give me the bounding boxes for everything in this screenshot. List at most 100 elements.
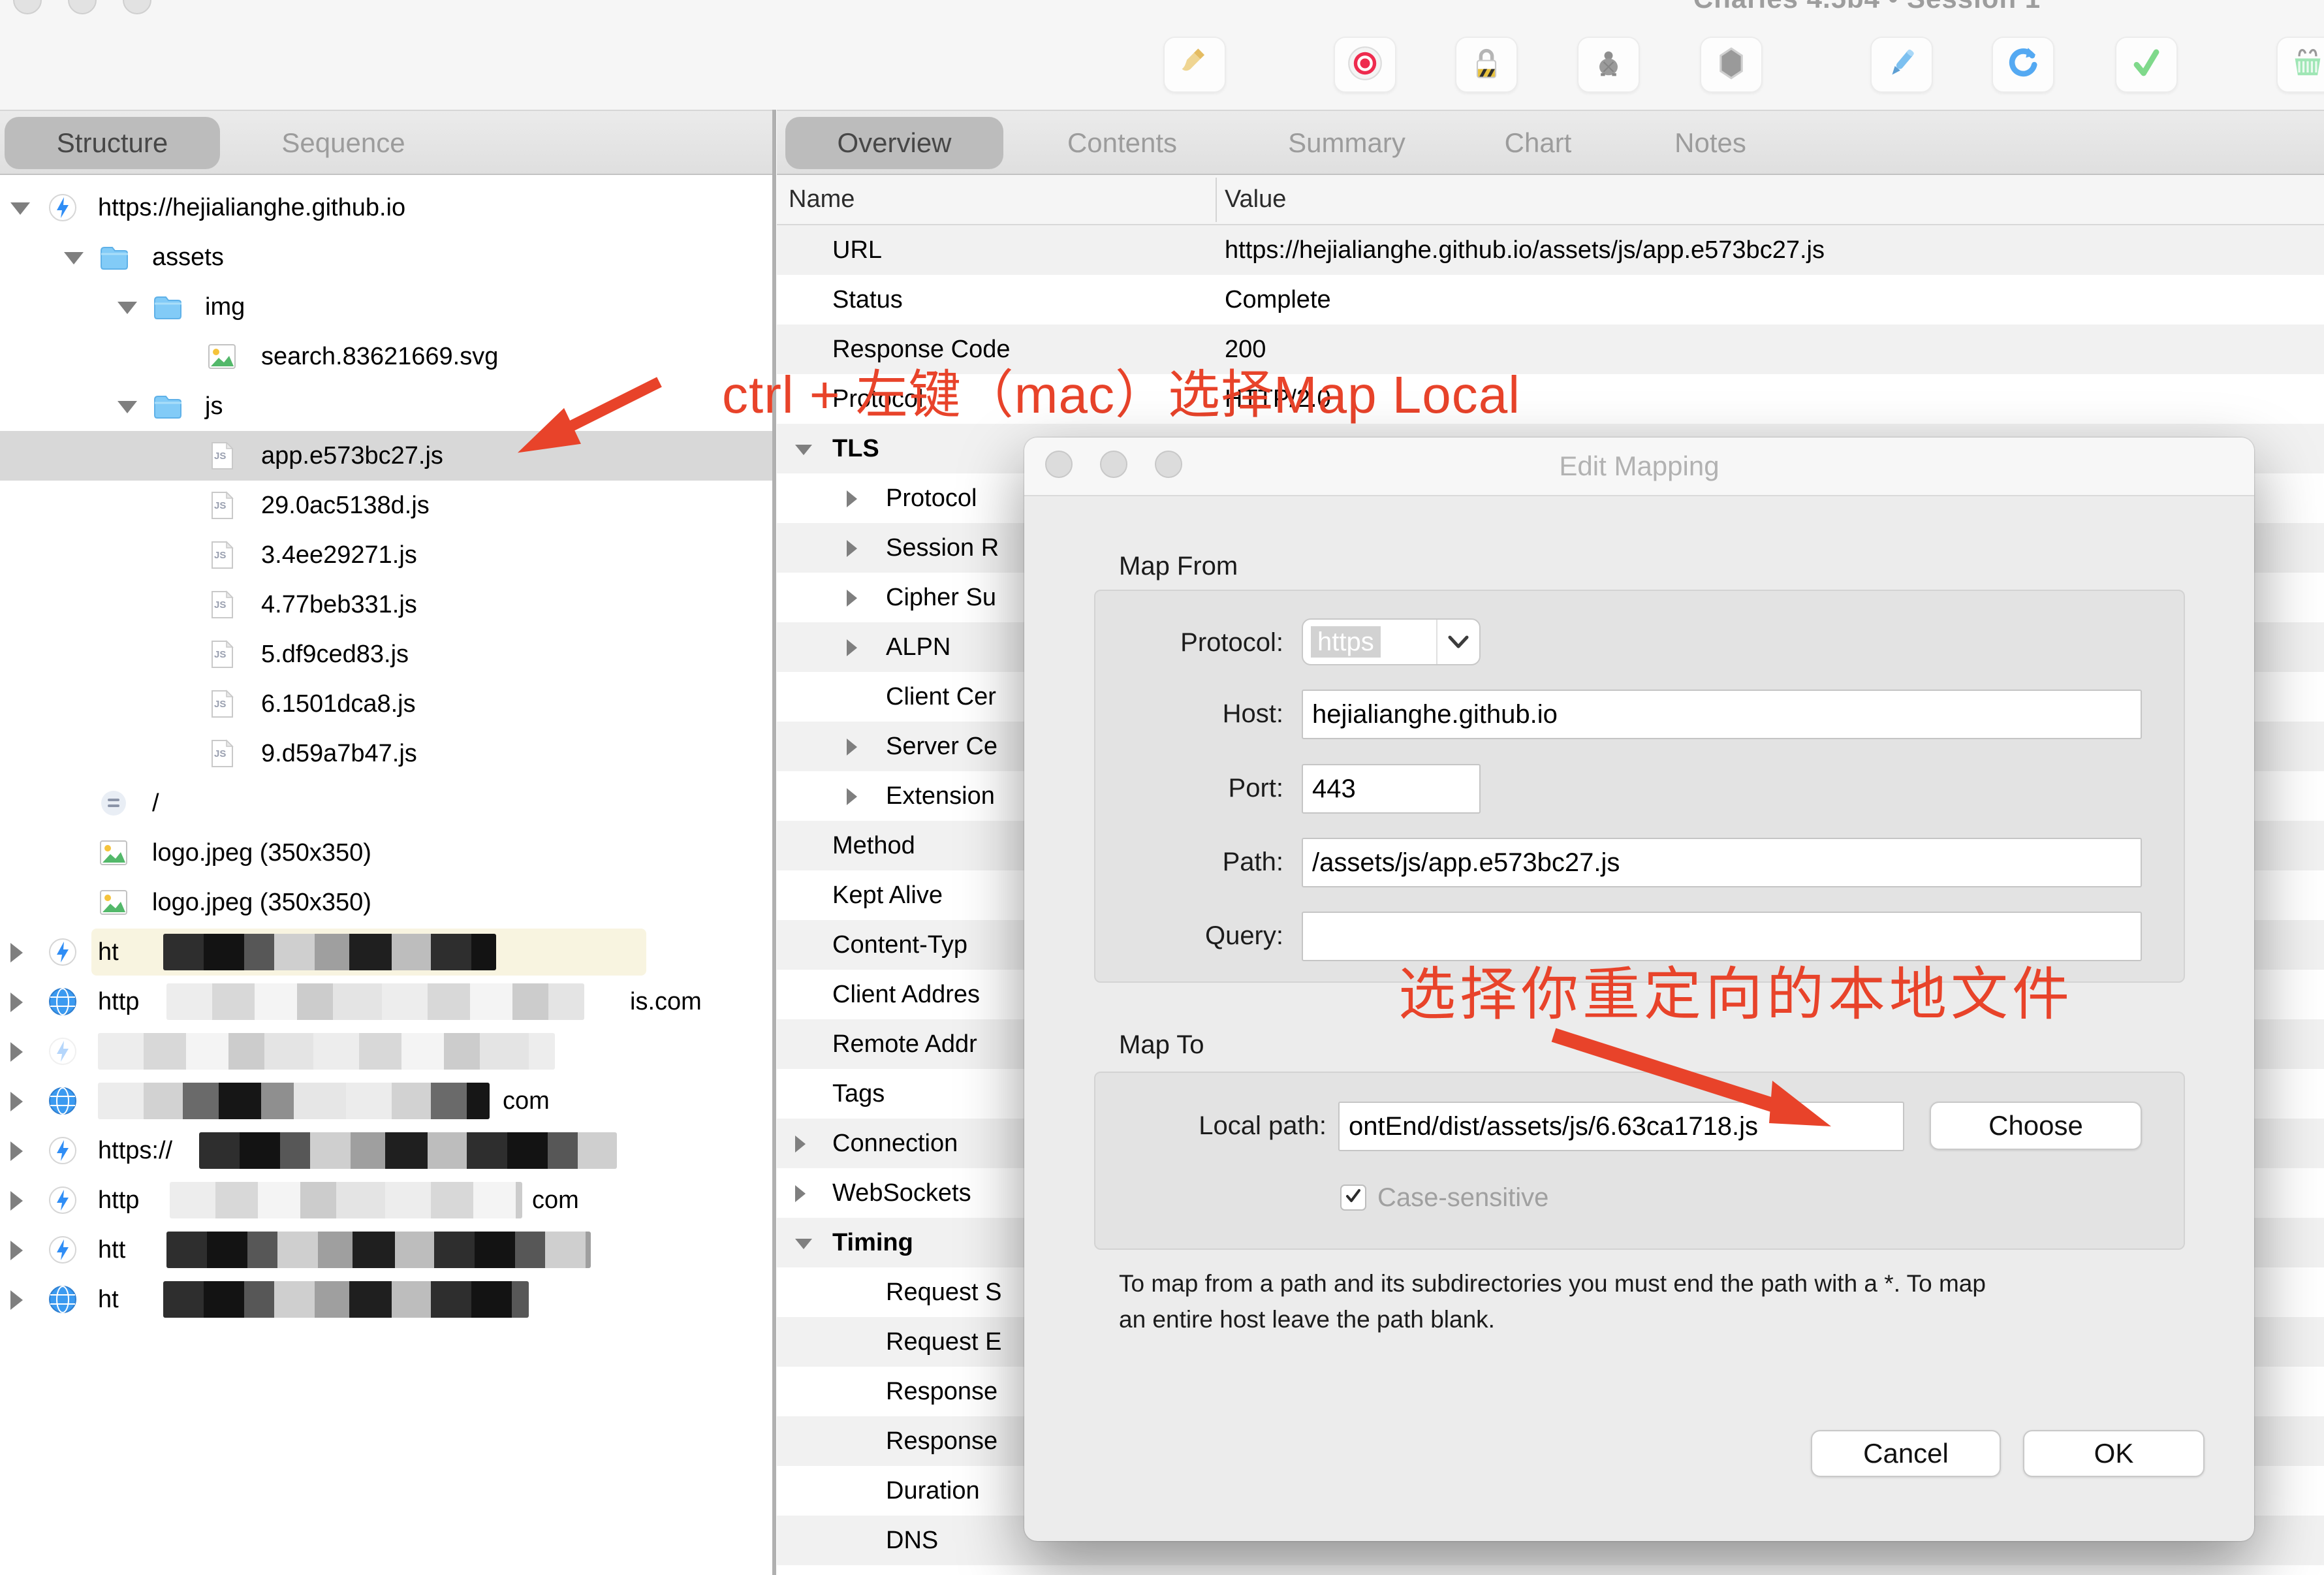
tree-row[interactable] (0, 1026, 772, 1076)
tree-row[interactable]: httpis.com (0, 977, 772, 1026)
chevron-collapsed-icon[interactable] (847, 540, 857, 557)
tree-item-label-suffix: com (503, 1076, 550, 1126)
chevron-expanded-icon[interactable] (118, 401, 137, 413)
port-field[interactable] (1302, 764, 1481, 814)
breakpoints-button[interactable] (1700, 37, 1763, 93)
tab-overview[interactable]: Overview (785, 117, 1003, 169)
column-separator[interactable] (1216, 178, 1217, 222)
tree-row[interactable]: https://hejialianghe.github.io (0, 183, 772, 232)
chevron-expanded-icon[interactable] (118, 302, 137, 314)
tree-row[interactable]: JS29.0ac5138d.js (0, 481, 772, 530)
chevron-collapsed-icon[interactable] (10, 993, 23, 1012)
tree-row[interactable]: assets (0, 232, 772, 282)
chevron-collapsed-icon[interactable] (10, 1290, 23, 1310)
tree-item-label: https://hejialianghe.github.io (98, 183, 405, 232)
chevron-expanded-icon[interactable] (795, 1239, 812, 1249)
tree-row[interactable]: ht (0, 927, 772, 977)
tree-row[interactable]: / (0, 778, 772, 828)
tree-row[interactable]: logo.jpeg (350x350) (0, 828, 772, 878)
tree-row[interactable]: JS3.4ee29271.js (0, 530, 772, 580)
chevron-collapsed-icon[interactable] (10, 943, 23, 963)
tree-row[interactable]: JS5.df9ced83.js (0, 629, 772, 679)
chevron-collapsed-icon[interactable] (847, 639, 857, 656)
row-name: Connect (886, 1565, 979, 1575)
row-name: Tags (832, 1069, 885, 1119)
compose-button[interactable] (1870, 37, 1933, 93)
tab-contents[interactable]: Contents (1048, 117, 1197, 169)
chevron-collapsed-icon[interactable] (795, 1185, 806, 1202)
tab-notes[interactable]: Notes (1665, 117, 1756, 169)
ssl-proxying-button[interactable] (1455, 37, 1518, 93)
table-row[interactable]: URLhttps://hejialianghe.github.io/assets… (777, 225, 2324, 275)
lightning-icon (48, 1235, 77, 1264)
tools-button[interactable] (2276, 37, 2324, 93)
chevron-collapsed-icon[interactable] (847, 490, 857, 507)
tree-item-label-prefix: htt (98, 1225, 125, 1275)
tab-chart[interactable]: Chart (1496, 117, 1580, 169)
tree-item-label-prefix: http (98, 977, 139, 1026)
titlebar: Charles 4.5b4 • Session 1 (0, 0, 2324, 110)
host-field[interactable] (1302, 690, 2142, 739)
tree-item-label: 3.4ee29271.js (261, 530, 417, 580)
tree-row[interactable]: logo.jpeg (350x350) (0, 878, 772, 927)
table-row[interactable]: Connect (777, 1565, 2324, 1575)
row-name: Server Ce (886, 722, 997, 771)
case-sensitive-checkbox[interactable] (1340, 1185, 1366, 1211)
tree-item-label: logo.jpeg (350x350) (152, 828, 371, 878)
chevron-expanded-icon[interactable] (10, 202, 30, 215)
chevron-expanded-icon[interactable] (795, 445, 812, 455)
tree-item-label: js (205, 381, 223, 431)
charles-app-window: Charles 4.5b4 • Session 1 (0, 0, 2324, 1575)
tree-row[interactable]: JS9.d59a7b47.js (0, 729, 772, 778)
chevron-collapsed-icon[interactable] (10, 1092, 23, 1111)
image-icon (99, 838, 128, 867)
window-zoom-button[interactable] (123, 0, 151, 14)
choose-button[interactable]: Choose (1930, 1102, 2142, 1150)
tree-item-label: img (205, 282, 245, 332)
js-icon: JS (208, 739, 236, 768)
row-name: Cipher Su (886, 573, 996, 622)
pane-divider[interactable] (772, 110, 776, 1575)
tree-row[interactable]: htt (0, 1225, 772, 1275)
cancel-button[interactable]: Cancel (1811, 1430, 2001, 1477)
path-field[interactable] (1302, 838, 2142, 887)
ok-button[interactable]: OK (2023, 1430, 2205, 1477)
tree-row[interactable]: img (0, 282, 772, 332)
image-icon (208, 342, 236, 371)
chevron-collapsed-icon[interactable] (847, 788, 857, 805)
table-header: Name Value (777, 175, 2324, 225)
repeat-button[interactable] (1992, 37, 2054, 93)
chevron-expanded-icon[interactable] (64, 252, 84, 264)
chevron-collapsed-icon[interactable] (10, 1241, 23, 1260)
window-close-button[interactable] (13, 0, 42, 14)
tree-item-label-suffix: com (532, 1175, 579, 1225)
tree-row[interactable]: com (0, 1076, 772, 1126)
globe-icon (48, 1285, 77, 1314)
chevron-collapsed-icon[interactable] (10, 1141, 23, 1161)
redacted-mosaic (163, 934, 496, 970)
tree-row[interactable]: JS4.77beb331.js (0, 580, 772, 629)
tab-notes-label: Notes (1674, 127, 1746, 159)
tab-sequence-label: Sequence (281, 127, 405, 159)
tree-row[interactable]: https:// (0, 1126, 772, 1175)
tab-structure[interactable]: Structure (5, 117, 220, 169)
tree-row[interactable]: httpcom (0, 1175, 772, 1225)
tab-sequence[interactable]: Sequence (264, 117, 423, 169)
tab-summary[interactable]: Summary (1268, 117, 1425, 169)
tree-row[interactable]: ht (0, 1275, 772, 1324)
chevron-collapsed-icon[interactable] (10, 1042, 23, 1062)
record-button[interactable] (1334, 37, 1396, 93)
chevron-collapsed-icon[interactable] (847, 739, 857, 756)
chevron-collapsed-icon[interactable] (795, 1136, 806, 1153)
protocol-select[interactable]: https (1302, 618, 1481, 665)
chevron-collapsed-icon[interactable] (10, 1191, 23, 1211)
row-name: WebSockets (832, 1168, 971, 1218)
throttle-button[interactable] (1577, 37, 1640, 93)
chevron-collapsed-icon[interactable] (847, 590, 857, 607)
tree-row[interactable]: JS6.1501dca8.js (0, 679, 772, 729)
window-minimize-button[interactable] (68, 0, 97, 14)
record-icon (1347, 45, 1383, 85)
validate-button[interactable] (2115, 37, 2178, 93)
table-row[interactable]: StatusComplete (777, 275, 2324, 325)
clear-session-button[interactable] (1163, 37, 1226, 93)
